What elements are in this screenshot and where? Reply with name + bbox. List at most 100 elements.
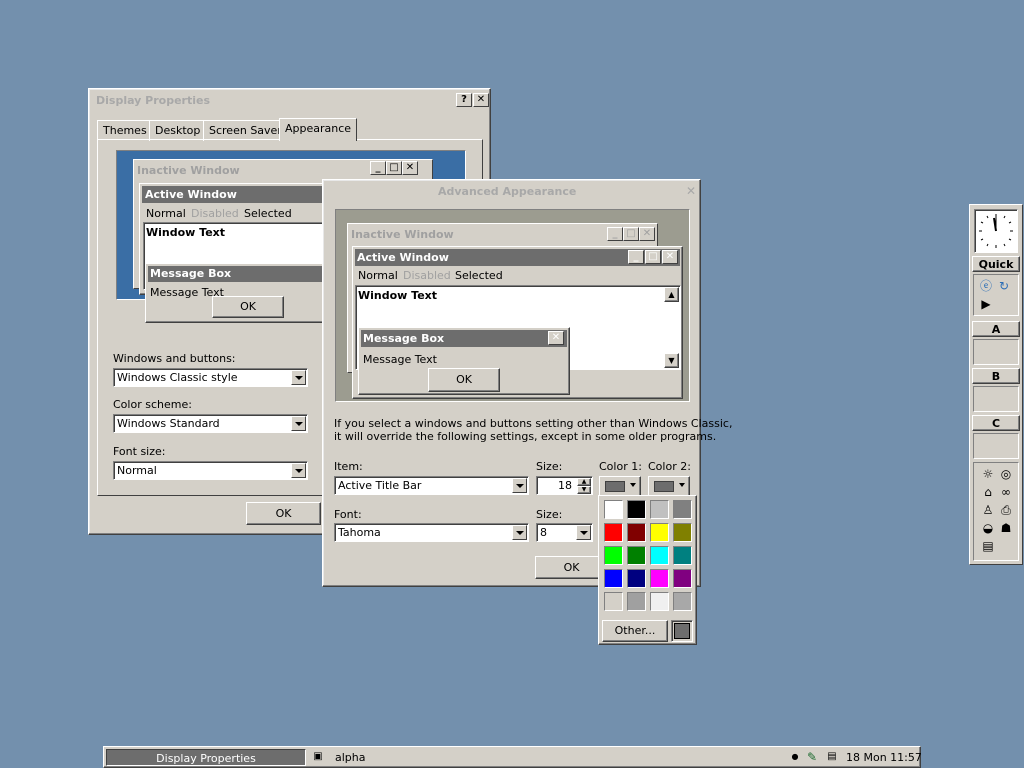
preview-msgbox-title: Message Box: [150, 267, 232, 280]
dot-icon: ●: [791, 752, 799, 761]
close-button[interactable]: ✕: [473, 93, 489, 107]
cat-icon[interactable]: ☗: [998, 520, 1014, 536]
size-label: Size:: [536, 460, 563, 473]
tab-themes[interactable]: Themes: [97, 120, 153, 141]
person-icon[interactable]: ♙: [980, 502, 996, 518]
color-swatch[interactable]: [627, 500, 646, 519]
preview-ok-button: OK: [212, 296, 284, 318]
taskbar: Display Properties ▣ alpha ● ✎ ▤ 18 Mon …: [103, 746, 922, 768]
color-swatch[interactable]: [604, 523, 623, 542]
preview-active-title: Active Window: [145, 188, 237, 201]
sun-icon[interactable]: ☼: [980, 466, 996, 482]
preview-menu-disabled: Disabled: [191, 207, 239, 220]
color-swatch[interactable]: [604, 546, 623, 565]
spin-up-icon[interactable]: ▲: [577, 478, 591, 486]
tab-desktop[interactable]: Desktop: [149, 120, 207, 141]
network-icon[interactable]: ⌂: [980, 484, 996, 500]
spin-down-icon[interactable]: ▼: [577, 486, 591, 494]
color-swatch[interactable]: [627, 569, 646, 588]
help-button[interactable]: ?: [456, 93, 472, 107]
color-swatch[interactable]: [673, 592, 692, 611]
close-icon: ✕: [639, 227, 655, 241]
color-swatch[interactable]: [604, 500, 623, 519]
printer-icon[interactable]: ⎙: [998, 502, 1014, 518]
document-icon[interactable]: ▤: [980, 538, 996, 554]
ok-button[interactable]: OK: [246, 502, 321, 525]
color-swatch[interactable]: [650, 523, 669, 542]
tab-appearance[interactable]: Appearance: [279, 118, 358, 141]
item-label: Item:: [334, 460, 363, 473]
item-select[interactable]: Active Title Bar: [334, 476, 529, 495]
preview-menu-selected: Selected: [244, 207, 292, 220]
minimize-icon: _: [607, 227, 623, 241]
color-scheme-select[interactable]: Windows Standard: [113, 414, 308, 433]
color-swatch[interactable]: [604, 569, 623, 588]
adv-preview-msgbox-title: Message Box: [363, 332, 445, 345]
font-size-select[interactable]: Normal: [113, 461, 308, 480]
windows-buttons-select[interactable]: Windows Classic style: [113, 368, 308, 387]
media-play-icon[interactable]: ▶: [978, 296, 994, 312]
dock-section-a-area[interactable]: [973, 339, 1019, 365]
color-scheme-label: Color scheme:: [113, 398, 192, 411]
dropdown-arrow-icon[interactable]: [291, 416, 306, 431]
color-swatch[interactable]: [627, 546, 646, 565]
dock-section-c-area[interactable]: [973, 433, 1019, 459]
dock-section-c: C: [972, 415, 1020, 431]
link-icon[interactable]: ∞: [998, 484, 1014, 500]
scroll-up-icon: ▲: [664, 287, 679, 302]
font-size-select[interactable]: 8: [536, 523, 593, 542]
color-swatch[interactable]: [604, 592, 623, 611]
dock-panel: Quick ⓔ ↻ ▶ A B C ☼ ◎ ⌂ ∞ ♙ ⎙ ◒ ☗ ▤: [969, 204, 1023, 565]
color-swatch[interactable]: [650, 500, 669, 519]
dropdown-arrow-icon[interactable]: [291, 370, 306, 385]
advanced-appearance-titlebar[interactable]: Advanced Appearance ✕: [326, 183, 697, 201]
windows-buttons-value: Windows Classic style: [117, 371, 238, 384]
font-size-label: Size:: [536, 508, 563, 521]
clock-text: 18 Mon 11:57: [846, 751, 922, 764]
color1-label: Color 1:: [599, 460, 642, 473]
color-swatch[interactable]: [673, 569, 692, 588]
globe-icon[interactable]: ◎: [998, 466, 1014, 482]
internet-explorer-icon[interactable]: ⓔ: [978, 278, 994, 294]
drive-icon[interactable]: ◒: [980, 520, 996, 536]
adv-preview-window-text: Window Text: [358, 289, 438, 302]
minimize-icon: _: [628, 250, 644, 264]
task-alpha[interactable]: alpha: [335, 751, 366, 764]
color2-button[interactable]: [648, 476, 690, 497]
refresh-icon[interactable]: ↻: [996, 278, 1012, 294]
tray-icons-area: ☼ ◎ ⌂ ∞ ♙ ⎙ ◒ ☗ ▤: [973, 462, 1019, 561]
color-swatch[interactable]: [650, 569, 669, 588]
window-title: Advanced Appearance: [438, 185, 577, 198]
dropdown-arrow-icon[interactable]: [291, 463, 306, 478]
adv-preview-menu-disabled: Disabled: [403, 269, 451, 282]
color-swatch[interactable]: [650, 546, 669, 565]
other-color-button[interactable]: Other...: [602, 620, 668, 642]
dropdown-arrow-icon: [630, 483, 636, 487]
clock-icon[interactable]: [974, 209, 1018, 253]
color-swatch[interactable]: [627, 523, 646, 542]
color2-label: Color 2:: [648, 460, 691, 473]
size-spinner[interactable]: 18 ▲ ▼: [536, 476, 593, 495]
display-properties-titlebar[interactable]: Display Properties ? ✕: [92, 92, 489, 110]
color1-button[interactable]: [599, 476, 641, 497]
color-swatch[interactable]: [673, 500, 692, 519]
window-title: Display Properties: [96, 94, 211, 107]
dock-section-b-area[interactable]: [973, 386, 1019, 412]
color-swatch[interactable]: [673, 523, 692, 542]
tray-app-icon[interactable]: ▤: [824, 749, 840, 765]
tab-screen-saver[interactable]: Screen Saver: [203, 120, 288, 141]
dropdown-arrow-icon[interactable]: [512, 478, 527, 493]
close-button[interactable]: ✕: [686, 184, 696, 198]
task-display-properties[interactable]: Display Properties: [106, 749, 306, 766]
color-swatch[interactable]: [627, 592, 646, 611]
adv-preview-msgbox-titlebar: Message Box ✕: [361, 330, 567, 347]
quick-launch-header: Quick: [972, 256, 1020, 272]
dropdown-arrow-icon[interactable]: [576, 525, 591, 540]
dropdown-arrow-icon[interactable]: [512, 525, 527, 540]
color-swatch[interactable]: [673, 546, 692, 565]
color-swatch[interactable]: [650, 592, 669, 611]
tray-network-icon[interactable]: ✎: [804, 749, 820, 765]
preview-menu-normal: Normal: [146, 207, 186, 220]
font-select[interactable]: Tahoma: [334, 523, 529, 542]
color1-swatch: [605, 481, 625, 492]
